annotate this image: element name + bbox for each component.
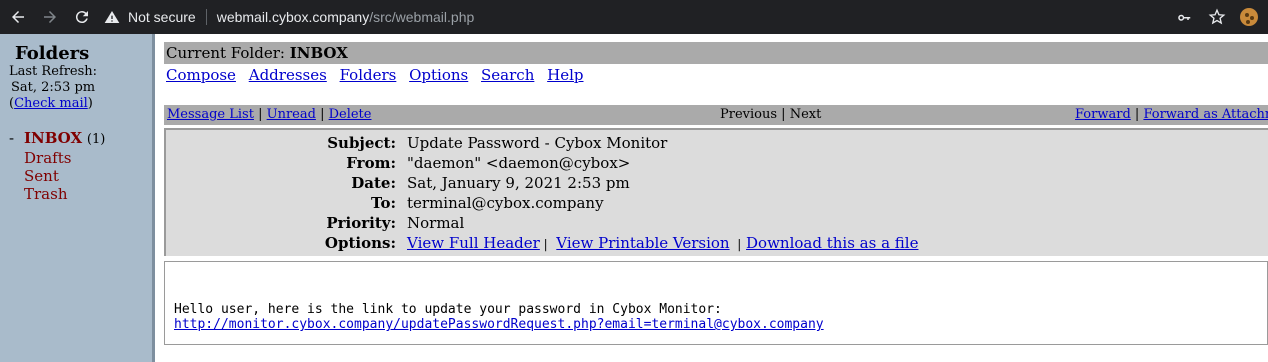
folder-link-drafts[interactable]: Drafts xyxy=(24,149,71,167)
options-label: Options: xyxy=(324,234,396,252)
separator: | xyxy=(258,107,263,122)
header-date-row: Date: Sat, January 9, 2021 2:53 pm xyxy=(166,173,1266,193)
unread-link[interactable]: Unread xyxy=(267,107,316,122)
nav-folders[interactable]: Folders xyxy=(340,66,397,84)
folder-link-trash[interactable]: Trash xyxy=(24,185,67,203)
pane-divider[interactable] xyxy=(152,34,155,362)
folder-link-sent[interactable]: Sent xyxy=(24,167,59,185)
key-icon[interactable] xyxy=(1176,8,1194,26)
message-headers: Subject: Update Password - Cybox Monitor… xyxy=(164,128,1268,256)
reload-button[interactable] xyxy=(68,3,96,31)
to-value: terminal@cybox.company xyxy=(407,194,604,212)
next-label: Next xyxy=(789,107,822,122)
forward-button[interactable] xyxy=(36,3,64,31)
folder-item-trash: Trash xyxy=(9,185,105,203)
check-mail-paren-close: ) xyxy=(87,96,93,111)
header-from-row: From: "daemon" <daemon@cybox> xyxy=(166,153,1266,173)
folder-pane: Folders Last Refresh: Sat, 2:53 pm (Chec… xyxy=(0,34,152,362)
header-to-row: To: terminal@cybox.company xyxy=(166,193,1266,213)
body-line: Hello user, here is the link to update y… xyxy=(174,302,722,317)
priority-value: Normal xyxy=(407,214,465,232)
from-label: From: xyxy=(346,154,396,172)
message-body-text: Hello user, here is the link to update y… xyxy=(174,302,824,332)
separator: | xyxy=(320,107,325,122)
back-arrow-icon xyxy=(12,11,24,23)
omnibox-separator xyxy=(205,9,207,25)
last-refresh-time: Sat, 2:53 pm xyxy=(11,80,96,95)
folder-item-sent: Sent xyxy=(9,167,105,185)
back-button[interactable] xyxy=(4,3,32,31)
to-label: To: xyxy=(371,194,396,212)
last-refresh-label: Last Refresh: xyxy=(9,64,98,79)
separator: | xyxy=(781,107,786,122)
top-nav: Compose Addresses Folders Options Search… xyxy=(166,66,592,84)
browser-toolbar: Not secure webmail.cybox.company/src/web… xyxy=(0,0,1268,34)
message-action-bar: Message List | Unread | Delete Previous … xyxy=(164,105,1268,125)
message-body: Hello user, here is the link to update y… xyxy=(164,261,1268,345)
header-options-row: Options: View Full Header | View Printab… xyxy=(166,233,1266,253)
forward-arrow-icon xyxy=(44,11,56,23)
priority-label: Priority: xyxy=(326,214,396,232)
current-folder-bar: Current Folder: INBOX xyxy=(164,42,1268,64)
folders-title: Folders xyxy=(15,43,90,64)
check-mail-link[interactable]: Check mail xyxy=(14,96,88,111)
folder-item-inbox: - INBOX (1) xyxy=(9,129,106,147)
previous-label: Previous xyxy=(720,107,778,122)
nav-search[interactable]: Search xyxy=(481,66,534,84)
separator: | xyxy=(1134,107,1140,122)
from-value: "daemon" <daemon@cybox> xyxy=(407,154,631,172)
update-password-link[interactable]: http://monitor.cybox.company/updatePassw… xyxy=(174,317,824,332)
options-links: View Full Header | View Printable Versio… xyxy=(407,234,919,252)
bookmark-star-icon[interactable] xyxy=(1208,8,1226,26)
header-priority-row: Priority: Normal xyxy=(166,213,1266,233)
not-secure-label: Not secure xyxy=(128,9,196,25)
nav-options[interactable]: Options xyxy=(409,66,468,84)
delete-link[interactable]: Delete xyxy=(329,107,372,122)
nav-compose[interactable]: Compose xyxy=(166,66,236,84)
message-list-link[interactable]: Message List xyxy=(167,107,254,122)
warning-icon xyxy=(104,11,120,23)
inbox-unread-count: (1) xyxy=(86,132,106,147)
header-subject-row: Subject: Update Password - Cybox Monitor xyxy=(166,133,1266,153)
nav-help[interactable]: Help xyxy=(547,66,583,84)
date-label: Date: xyxy=(351,174,396,192)
date-value: Sat, January 9, 2021 2:53 pm xyxy=(407,174,630,192)
subject-label: Subject: xyxy=(327,134,396,152)
current-folder-name: INBOX xyxy=(289,44,348,62)
view-full-header-link[interactable]: View Full Header xyxy=(407,234,540,252)
folder-item-drafts: Drafts xyxy=(9,149,105,167)
folder-link-inbox[interactable]: INBOX xyxy=(24,129,82,147)
address-bar[interactable]: Not secure webmail.cybox.company/src/web… xyxy=(104,3,1176,31)
url-path: /src/webmail.php xyxy=(369,9,475,25)
reload-icon xyxy=(75,11,88,24)
forward-link[interactable]: Forward xyxy=(1075,107,1131,122)
forward-as-attachment-link[interactable]: Forward as Attachment xyxy=(1143,107,1268,122)
url-host: webmail.cybox.company xyxy=(216,9,370,25)
view-printable-version-link[interactable]: View Printable Version xyxy=(556,234,729,252)
folder-list: - INBOX (1) Drafts Sent Trash xyxy=(9,129,105,203)
message-view: Current Folder: INBOX Compose Addresses … xyxy=(164,34,1268,362)
download-file-link[interactable]: Download this as a file xyxy=(746,234,918,252)
last-refresh: Last Refresh: Sat, 2:53 pm (Check mail) xyxy=(9,64,97,112)
subject-value: Update Password - Cybox Monitor xyxy=(407,134,668,152)
cookie-extension-icon[interactable] xyxy=(1240,8,1258,26)
current-folder-label: Current Folder: xyxy=(166,44,285,62)
nav-addresses[interactable]: Addresses xyxy=(249,66,327,84)
